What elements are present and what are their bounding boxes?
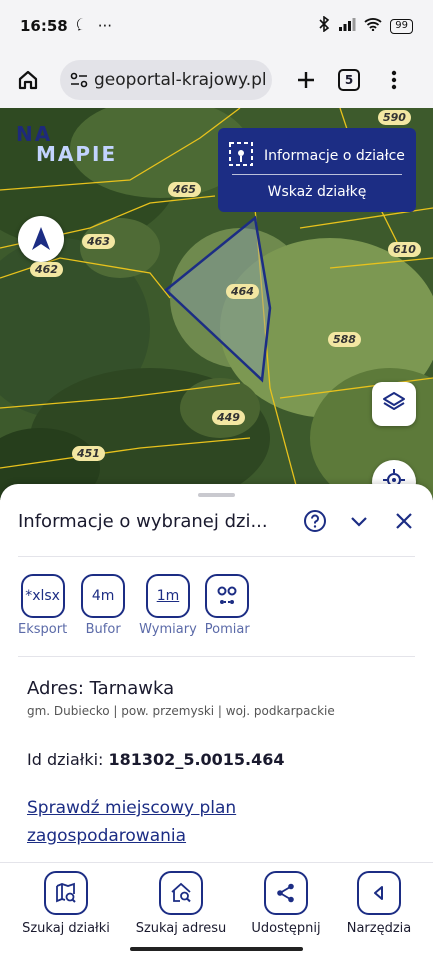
parcel-number-label: 464 [226,284,259,299]
header-divider [18,556,415,557]
parcel-id: Id działki: 181302_5.0015.464 [27,750,285,769]
nav-label: Szukaj adresu [135,921,227,936]
parcel-number-label: 449 [212,410,245,425]
nav-tools[interactable]: Narzędzia [342,871,416,936]
browser-toolbar: geoportal-krajowy.pl 5 [0,52,433,108]
select-area-icon [228,141,254,171]
url-text: geoportal-krajowy.pl [94,70,267,90]
nav-search-address[interactable]: Szukaj adresu [132,871,230,936]
nav-label: Narzędzia [346,921,412,936]
tools-icon [357,871,401,915]
parcel-info-button[interactable]: Informacje o działce [218,128,416,172]
measure-icon [205,574,250,618]
parcel-address: Adres: Tarnawka [27,678,175,699]
tool-label: Eksport [18,622,68,637]
parcel-number-label: 465 [168,182,201,197]
na-mapie-logo: NA MAPIE [16,122,118,166]
xlsx-icon: *xlsx [20,574,65,618]
map-view[interactable]: NA MAPIE 590 588 465 463 462 610 464 588… [0,108,433,500]
wifi-icon [364,17,382,35]
dimensions-button[interactable]: 1m Wymiary [139,574,197,637]
parcel-number-label: 462 [30,262,63,277]
bluetooth-icon [318,15,330,36]
export-xlsx-button[interactable]: *xlsx Eksport [18,574,67,637]
parcel-popup: Informacje o działce Wskaż działkę [218,128,416,212]
tool-label: Bufor [85,622,121,637]
buffer-icon: 4m [81,574,126,618]
help-icon[interactable] [301,507,329,535]
home-search-icon [159,871,203,915]
nav-label: Szukaj działki [22,921,110,936]
clock: 16:58 [20,17,68,35]
dimensions-icon: 1m [145,574,190,618]
sheet-title: Informacje o wybranej dzi... [18,510,268,532]
chevron-down-icon[interactable] [346,507,374,535]
tools-divider [18,656,415,657]
more-notifications-icon: ··· [97,17,113,35]
battery-indicator: 99 [390,18,413,34]
parcel-number-label: 463 [82,234,115,249]
sheet-drag-handle[interactable] [198,493,235,497]
sheet-header: Informacje o wybranej dzi... [18,506,418,536]
nav-search-parcel[interactable]: Szukaj działki [18,871,114,936]
admin-units: gm. Dubiecko | pow. przemyski | woj. pod… [27,704,335,718]
close-icon[interactable] [390,507,418,535]
parcel-number-label: 610 [388,242,421,257]
parcel-number-label: 588 [328,332,361,347]
chat-notification-icon [76,17,90,35]
buffer-button[interactable]: 4m Bufor [81,574,126,637]
measure-button[interactable]: Pomiar [205,574,250,637]
show-parcel-button[interactable]: Wskaż działkę [218,175,416,200]
parcel-id-value: 181302_5.0015.464 [108,750,285,769]
gesture-bar[interactable] [130,947,303,951]
more-menu-icon[interactable] [384,62,404,98]
site-settings-icon[interactable] [70,72,88,88]
tool-label: Wymiary [139,622,197,637]
status-bar: 16:58 ··· 99 [0,0,433,52]
share-icon [264,871,308,915]
address-bar[interactable]: geoportal-krajowy.pl [60,60,272,100]
zoning-plan-link[interactable]: Sprawdź miejscowy plan zagospodarowania [27,794,287,850]
home-icon[interactable] [10,62,46,98]
tool-label: Pomiar [204,622,250,637]
nav-share[interactable]: Udostępnij [248,871,324,936]
signal-icon [338,17,356,35]
parcel-number-label: 451 [72,446,105,461]
parcel-info-label: Informacje o działce [264,148,405,164]
parcel-number-label: 590 [378,110,411,125]
bottom-navigation: Szukaj działki Szukaj adresu Udostępnij … [0,862,433,960]
new-tab-icon[interactable] [288,62,324,98]
parcel-id-label: Id działki: [27,750,104,769]
layers-button[interactable] [372,382,416,426]
tabs-count-button[interactable]: 5 [338,69,360,91]
compass-icon[interactable] [18,216,64,262]
map-search-icon [44,871,88,915]
tools-row: *xlsx Eksport 4m Bufor 1m Wymiary Pomiar [18,574,258,637]
layers-icon [382,390,406,418]
nav-label: Udostępnij [251,921,321,936]
